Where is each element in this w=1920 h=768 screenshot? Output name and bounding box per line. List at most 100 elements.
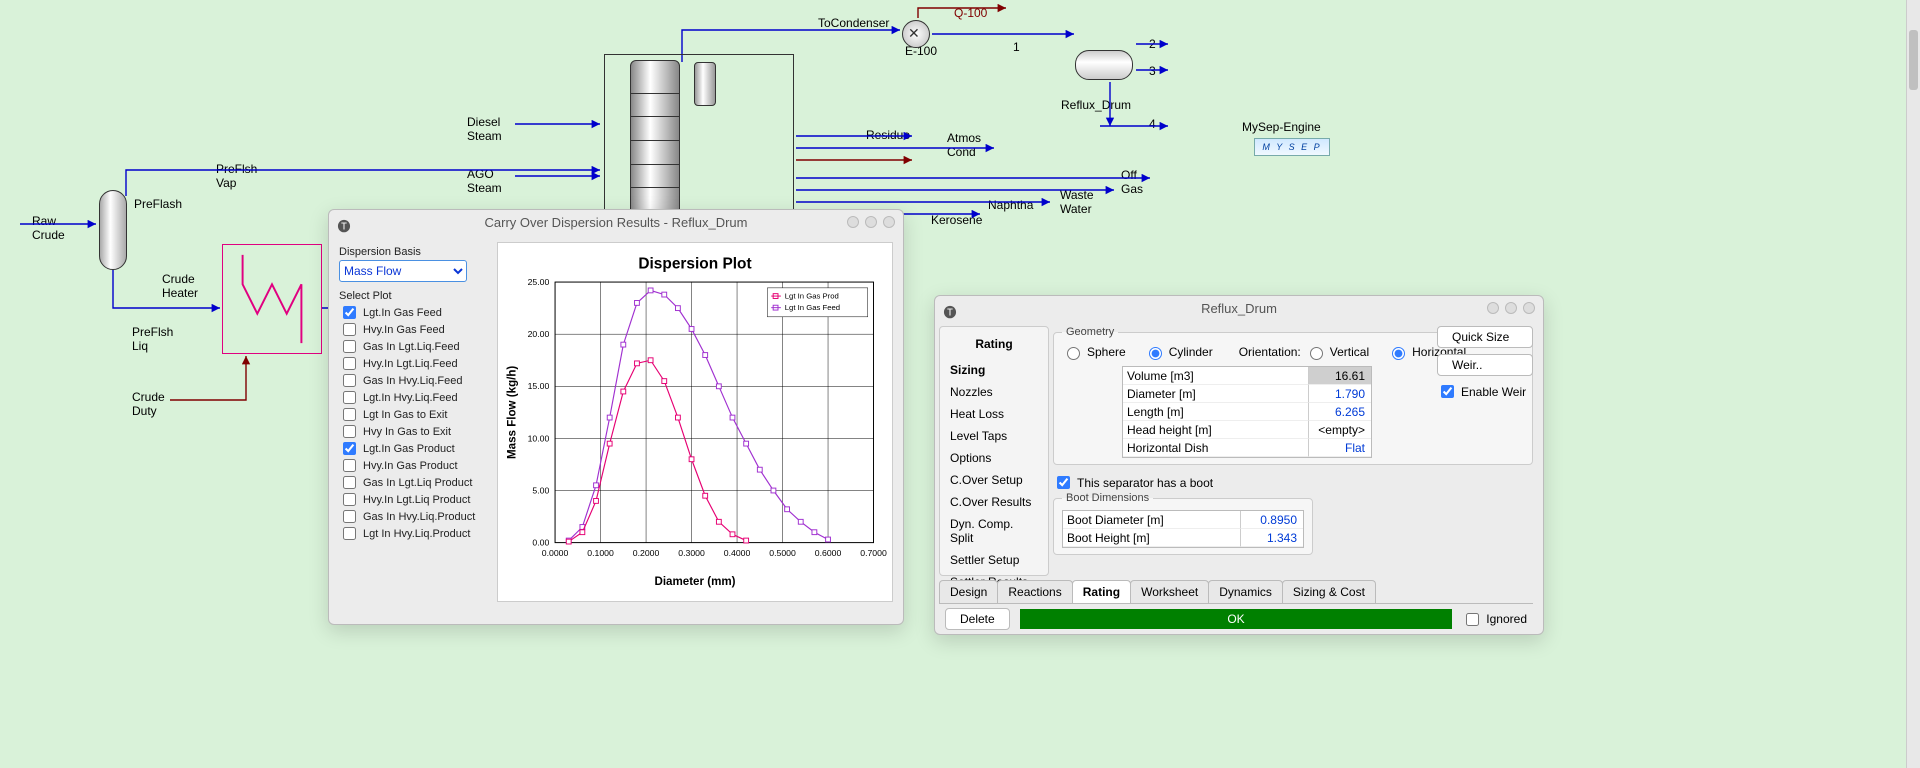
svg-text:0.5000: 0.5000 bbox=[769, 548, 796, 558]
nav-item[interactable]: Dyn. Comp. Split bbox=[940, 513, 1048, 549]
tab[interactable]: Worksheet bbox=[1130, 580, 1209, 603]
unit-column[interactable] bbox=[630, 60, 680, 220]
nav-item[interactable]: Options bbox=[940, 447, 1048, 469]
shape-cylinder-radio[interactable]: Cylinder bbox=[1144, 344, 1213, 360]
nav-item[interactable]: C.Over Results bbox=[940, 491, 1048, 513]
plot-option[interactable]: Hvy.In Lgt.Liq Product bbox=[339, 491, 489, 508]
weir-button[interactable]: Weir.. bbox=[1437, 354, 1533, 376]
tab[interactable]: Reactions bbox=[997, 580, 1072, 603]
plot-option[interactable]: Lgt.In Gas Feed bbox=[339, 304, 489, 321]
boot-legend: Boot Dimensions bbox=[1062, 492, 1153, 504]
window-maximize[interactable] bbox=[865, 216, 877, 228]
plot-option[interactable]: Lgt.In Hvy.Liq.Feed bbox=[339, 389, 489, 406]
unit-reflux-drum-label[interactable]: Reflux_Drum bbox=[1061, 98, 1131, 112]
dispersion-basis-label: Dispersion Basis bbox=[339, 246, 489, 258]
dispersion-basis-select[interactable]: Mass Flow bbox=[339, 260, 467, 282]
svg-text:Lgt In Gas Feed: Lgt In Gas Feed bbox=[785, 303, 840, 312]
dialog-title-text: Carry Over Dispersion Results - Reflux_D… bbox=[485, 215, 748, 230]
svg-text:Lgt In Gas Prod: Lgt In Gas Prod bbox=[785, 291, 839, 300]
window-close[interactable] bbox=[1523, 302, 1535, 314]
plot-option[interactable]: Hvy.In Lgt.Liq.Feed bbox=[339, 355, 489, 372]
has-boot-checkbox[interactable]: This separator has a boot bbox=[1053, 473, 1533, 492]
unit-crude-heater-label[interactable]: Crude Heater bbox=[162, 272, 198, 300]
unit-mysep-engine[interactable]: M Y S E P bbox=[1254, 138, 1330, 156]
dispersion-results-dialog[interactable]: 🅣 Carry Over Dispersion Results - Reflux… bbox=[328, 209, 904, 625]
orientation-label: Orientation: bbox=[1239, 345, 1301, 359]
nav-item[interactable]: Heat Loss bbox=[940, 403, 1048, 425]
stream-raw-crude[interactable]: Raw Crude bbox=[32, 214, 65, 242]
svg-text:20.00: 20.00 bbox=[528, 329, 550, 339]
reflux-drum-dialog[interactable]: 🅣 Reflux_Drum Rating SizingNozzlesHeat L… bbox=[934, 295, 1544, 635]
dialog-title[interactable]: 🅣 Carry Over Dispersion Results - Reflux… bbox=[329, 210, 903, 236]
shape-sphere-radio[interactable]: Sphere bbox=[1062, 344, 1126, 360]
stream-1[interactable]: 1 bbox=[1013, 40, 1020, 54]
tab[interactable]: Rating bbox=[1072, 580, 1131, 603]
svg-text:0.3000: 0.3000 bbox=[678, 548, 705, 558]
unit-preflash[interactable] bbox=[99, 190, 127, 270]
dispersion-plot[interactable]: Dispersion Plot0.00000.10000.20000.30000… bbox=[497, 242, 893, 602]
app-icon: 🅣 bbox=[337, 214, 351, 228]
geometry-table[interactable]: Volume [m3]16.61Diameter [m]1.790Length … bbox=[1122, 366, 1372, 458]
boot-table[interactable]: Boot Diameter [m]0.8950Boot Height [m]1.… bbox=[1062, 510, 1304, 548]
nav-item[interactable]: Level Taps bbox=[940, 425, 1048, 447]
svg-text:25.00: 25.00 bbox=[528, 277, 550, 287]
window-minimize[interactable] bbox=[847, 216, 859, 228]
plot-option[interactable]: Gas In Lgt.Liq Product bbox=[339, 474, 489, 491]
svg-text:0.6000: 0.6000 bbox=[815, 548, 842, 558]
window-close[interactable] bbox=[883, 216, 895, 228]
stream-q100[interactable]: Q-100 bbox=[954, 6, 987, 20]
plot-option[interactable]: Hvy.In Gas Product bbox=[339, 457, 489, 474]
dialog-title[interactable]: 🅣 Reflux_Drum bbox=[935, 296, 1543, 322]
unit-e100[interactable] bbox=[902, 20, 930, 48]
nav-item[interactable]: C.Over Setup bbox=[940, 469, 1048, 491]
stream-2[interactable]: 2 bbox=[1149, 37, 1156, 51]
unit-preflash-label[interactable]: PreFlash bbox=[134, 197, 182, 211]
nav-item[interactable]: Nozzles bbox=[940, 381, 1048, 403]
plot-option[interactable]: Lgt In Hvy.Liq.Product bbox=[339, 525, 489, 542]
plot-option[interactable]: Gas In Hvy.Liq.Feed bbox=[339, 372, 489, 389]
stream-preflash-liq[interactable]: PreFlsh Liq bbox=[132, 325, 173, 353]
unit-mysep-engine-label[interactable]: MySep-Engine bbox=[1242, 120, 1321, 134]
stream-residue[interactable]: Residue bbox=[866, 128, 910, 142]
nav-item[interactable]: Settler Setup bbox=[940, 549, 1048, 571]
stream-preflash-vap[interactable]: PreFlsh Vap bbox=[216, 162, 257, 190]
stream-naphtha[interactable]: Naphtha bbox=[988, 198, 1033, 212]
svg-text:Mass Flow (kg/h): Mass Flow (kg/h) bbox=[507, 366, 519, 459]
plot-option[interactable]: Hvy In Gas to Exit bbox=[339, 423, 489, 440]
tab[interactable]: Dynamics bbox=[1208, 580, 1283, 603]
enable-weir-checkbox[interactable]: Enable Weir bbox=[1437, 382, 1533, 401]
svg-text:15.00: 15.00 bbox=[528, 381, 550, 391]
plot-option[interactable]: Lgt In Gas to Exit bbox=[339, 406, 489, 423]
stream-ago-steam[interactable]: AGO Steam bbox=[467, 167, 502, 195]
nav-item[interactable]: Sizing bbox=[940, 359, 1048, 381]
stream-kerosene[interactable]: Kerosene bbox=[931, 213, 982, 227]
window-maximize[interactable] bbox=[1505, 302, 1517, 314]
plot-option[interactable]: Hvy.In Gas Feed bbox=[339, 321, 489, 338]
tab[interactable]: Sizing & Cost bbox=[1282, 580, 1376, 603]
delete-button[interactable]: Delete bbox=[945, 608, 1010, 630]
stream-atmos-cond[interactable]: Atmos Cond bbox=[947, 131, 981, 159]
orient-vertical-radio[interactable]: Vertical bbox=[1305, 344, 1369, 360]
svg-text:0.0000: 0.0000 bbox=[542, 548, 569, 558]
dialog-title-text: Reflux_Drum bbox=[1201, 301, 1277, 316]
stream-4[interactable]: 4 bbox=[1149, 117, 1156, 131]
window-minimize[interactable] bbox=[1487, 302, 1499, 314]
plot-option[interactable]: Lgt.In Gas Product bbox=[339, 440, 489, 457]
unit-side-stripper[interactable] bbox=[694, 62, 716, 106]
unit-crude-heater[interactable] bbox=[222, 244, 322, 354]
stream-off-gas[interactable]: Off Gas bbox=[1121, 168, 1143, 196]
svg-text:Dispersion Plot: Dispersion Plot bbox=[638, 256, 751, 273]
stream-to-condenser[interactable]: ToCondenser bbox=[818, 16, 889, 30]
plot-option[interactable]: Gas In Hvy.Liq.Product bbox=[339, 508, 489, 525]
stream-waste-water[interactable]: Waste Water bbox=[1060, 188, 1094, 216]
quick-size-button[interactable]: Quick Size bbox=[1437, 326, 1533, 348]
canvas-scrollbar[interactable] bbox=[1906, 0, 1920, 768]
ignored-checkbox[interactable]: Ignored bbox=[1462, 610, 1527, 629]
geometry-legend: Geometry bbox=[1062, 326, 1118, 338]
stream-diesel-steam[interactable]: Diesel Steam bbox=[467, 115, 502, 143]
tab[interactable]: Design bbox=[939, 580, 998, 603]
unit-reflux-drum[interactable] bbox=[1075, 50, 1133, 80]
stream-3[interactable]: 3 bbox=[1149, 64, 1156, 78]
plot-option[interactable]: Gas In Lgt.Liq.Feed bbox=[339, 338, 489, 355]
stream-crude-duty[interactable]: Crude Duty bbox=[132, 390, 165, 418]
